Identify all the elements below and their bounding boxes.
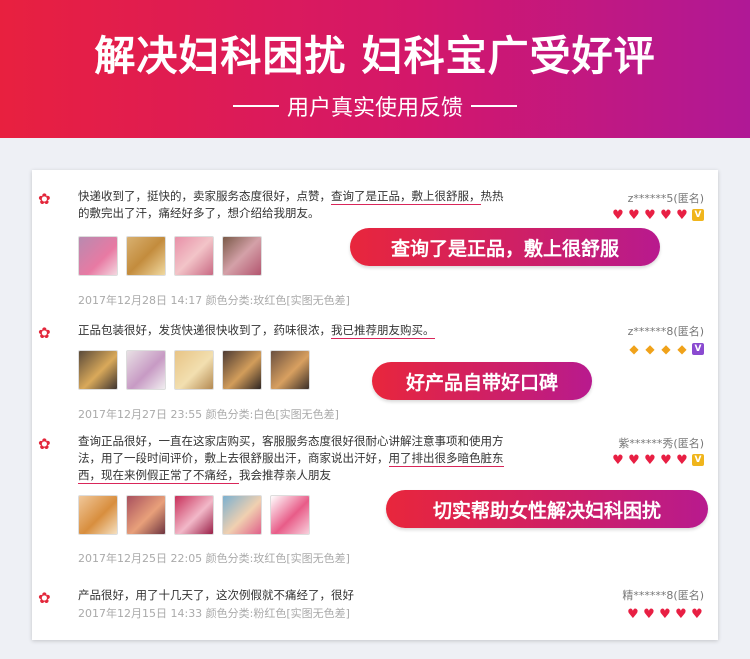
diamond-icon: ◆ [661, 342, 671, 356]
review-meta: 2017年12月25日 22:05 颜色分类:玫红色[实图无色差] [78, 552, 350, 565]
subtitle-dash [232, 105, 279, 107]
heart-icon: ♥ [660, 207, 672, 223]
subtitle-dash [471, 105, 517, 107]
heart-icon: ♥ [660, 452, 672, 468]
heart-icon: ♥ [676, 207, 688, 223]
review-photo[interactable] [174, 236, 214, 276]
flower-icon: ✿ [38, 324, 51, 342]
heart-icon: ♥ [628, 452, 640, 468]
review-photo[interactable] [78, 236, 118, 276]
review-photo[interactable] [222, 236, 262, 276]
vip-icon: V [692, 343, 704, 355]
reviewer-name: 紫******秀(匿名) [618, 437, 704, 450]
review-text: 产品很好，用了十几天了，这次例假就不痛经了，很好 [78, 588, 354, 602]
heart-icon: ♥ [612, 207, 624, 223]
photo-strip [78, 350, 310, 390]
banner-subtitle: 用户真实使用反馈 [0, 90, 750, 122]
review-photo[interactable] [174, 350, 214, 390]
heart-icon: ♥ [691, 606, 703, 622]
vip-icon: V [692, 209, 704, 221]
review-meta: 2017年12月28日 14:17 颜色分类:玫红色[实图无色差] [78, 294, 350, 307]
rating-badge: ♥ ♥ ♥ ♥ ♥ V [611, 208, 704, 222]
callout-badge: 查询了是正品，敷上很舒服 [350, 228, 660, 266]
review-meta: 2017年12月27日 23:55 颜色分类:白色[实图无色差] [78, 408, 339, 421]
review-card: ✿ 快递收到了，挺快的，卖家服务态度很好，点赞，查询了是正品，敷上很舒服，热热 … [32, 170, 718, 640]
review-text: 查询正品很好，一直在这家店购买，客服服务态度很好很耐心讲解注意事项和使用方 法，… [78, 434, 504, 484]
review-photo[interactable] [78, 495, 118, 535]
heart-icon: ♥ [676, 452, 688, 468]
heart-icon: ♥ [675, 606, 687, 622]
review-photo[interactable] [270, 350, 310, 390]
review-photo[interactable] [270, 495, 310, 535]
review-photo[interactable] [174, 495, 214, 535]
review-text: 快递收到了，挺快的，卖家服务态度很好，点赞，查询了是正品，敷上很舒服，热热 的敷… [78, 189, 504, 220]
reviewer-name: z******5(匿名) [627, 192, 704, 205]
heart-icon: ♥ [627, 606, 639, 622]
review-text: 正品包装很好，发货快递很快收到了，药味很浓，我已推荐朋友购买。 [78, 323, 435, 339]
heart-icon: ♥ [612, 452, 624, 468]
heart-icon: ♥ [643, 606, 655, 622]
review-meta: 2017年12月15日 14:33 颜色分类:粉红色[实图无色差] [78, 607, 350, 620]
rating-badge: ◆ ◆ ◆ ◆ V [627, 342, 704, 356]
review-photo[interactable] [222, 495, 262, 535]
review-highlight: 用了排出很多暗色脏东 [388, 451, 504, 467]
review-photo[interactable] [126, 495, 166, 535]
review-highlight: 西，现在来例假正常了不痛经， [78, 468, 239, 484]
heart-icon: ♥ [659, 606, 671, 622]
review-highlight: 查询了是正品，敷上很舒服， [331, 189, 481, 205]
photo-strip [78, 495, 310, 535]
diamond-icon: ◆ [645, 342, 655, 356]
review-photo[interactable] [126, 236, 166, 276]
rating-badge: ♥ ♥ ♥ ♥ ♥ V [611, 453, 704, 467]
reviewer-name: 精******8(匿名) [622, 589, 704, 602]
vip-icon: V [692, 454, 704, 466]
header-banner: 解决妇科困扰 妇科宝广受好评 用户真实使用反馈 [0, 0, 750, 138]
heart-icon: ♥ [644, 452, 656, 468]
reviewer-name: z******8(匿名) [627, 325, 704, 338]
photo-strip [78, 236, 262, 276]
review-photo[interactable] [78, 350, 118, 390]
review-photo[interactable] [126, 350, 166, 390]
rating-badge: ♥ ♥ ♥ ♥ ♥ [626, 607, 704, 621]
banner-title: 解决妇科困扰 妇科宝广受好评 [94, 32, 656, 80]
diamond-icon: ◆ [629, 342, 639, 356]
flower-icon: ✿ [38, 190, 51, 208]
heart-icon: ♥ [644, 207, 656, 223]
review-highlight: 我已推荐朋友购买。 [331, 323, 435, 339]
flower-icon: ✿ [38, 435, 51, 453]
heart-icon: ♥ [628, 207, 640, 223]
diamond-icon: ◆ [677, 342, 687, 356]
review-photo[interactable] [222, 350, 262, 390]
banner-subtitle-text: 用户真实使用反馈 [286, 96, 463, 121]
flower-icon: ✿ [38, 589, 51, 607]
callout-badge: 好产品自带好口碑 [372, 362, 592, 400]
callout-badge: 切实帮助女性解决妇科困扰 [386, 490, 708, 528]
